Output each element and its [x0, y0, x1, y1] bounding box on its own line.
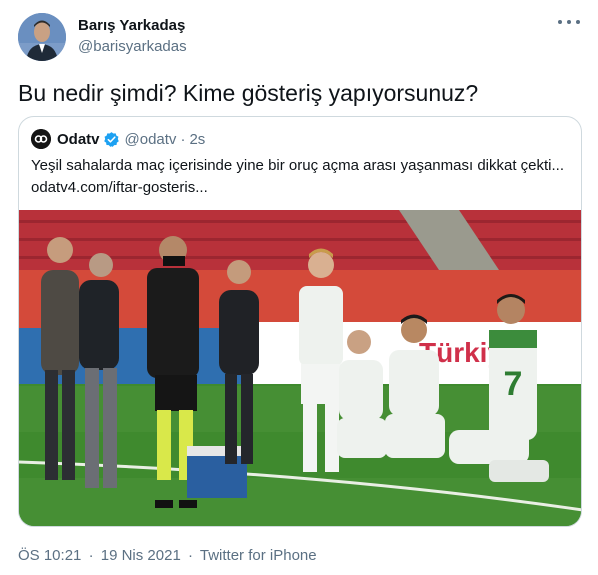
tweet-source[interactable]: Twitter for iPhone [200, 547, 317, 564]
quoted-timestamp[interactable]: 2s [189, 131, 205, 148]
tweet-text: Bu nedir şimdi? Kime gösteriş yapıyorsun… [18, 80, 479, 106]
quoted-tweet-photo[interactable]: Türkiye 7 [19, 210, 581, 526]
author-info[interactable]: Barış Yarkadaş @barisyarkadas [78, 16, 187, 57]
more-dot [558, 20, 562, 24]
verified-badge-icon [103, 131, 120, 148]
tweet-date[interactable]: 19 Nis 2021 [101, 547, 181, 564]
quoted-tweet[interactable]: Odatv @odatv · 2s Yeşil sahalarda maç iç… [18, 116, 582, 527]
quoted-tweet-link[interactable]: odatv4.com/iftar-gosteris... [31, 177, 208, 198]
author-handle[interactable]: @barisyarkadas [78, 37, 187, 57]
more-dot [576, 20, 580, 24]
quoted-tweet-text: Yeşil sahalarda maç içerisinde yine bir … [31, 157, 565, 174]
tweet: Barış Yarkadaş @barisyarkadas Bu nedir ş… [0, 0, 598, 575]
quoted-tweet-header: Odatv @odatv · 2s [31, 129, 205, 149]
separator-dot: · [88, 547, 94, 564]
more-icon[interactable] [558, 15, 580, 29]
tweet-time[interactable]: ÖS 10:21 [18, 547, 81, 564]
svg-text:7: 7 [504, 365, 523, 403]
separator-dot: · [187, 547, 193, 564]
quoted-avatar[interactable] [31, 129, 51, 149]
author-avatar[interactable] [18, 13, 66, 61]
quoted-author-handle[interactable]: @odatv [125, 131, 177, 148]
separator-dot: · [180, 130, 186, 148]
author-name[interactable]: Barış Yarkadaş [78, 16, 187, 35]
more-dot [567, 20, 571, 24]
tweet-meta: ÖS 10:21 · 19 Nis 2021 · Twitter for iPh… [18, 546, 320, 566]
quoted-author-name[interactable]: Odatv [57, 131, 100, 148]
